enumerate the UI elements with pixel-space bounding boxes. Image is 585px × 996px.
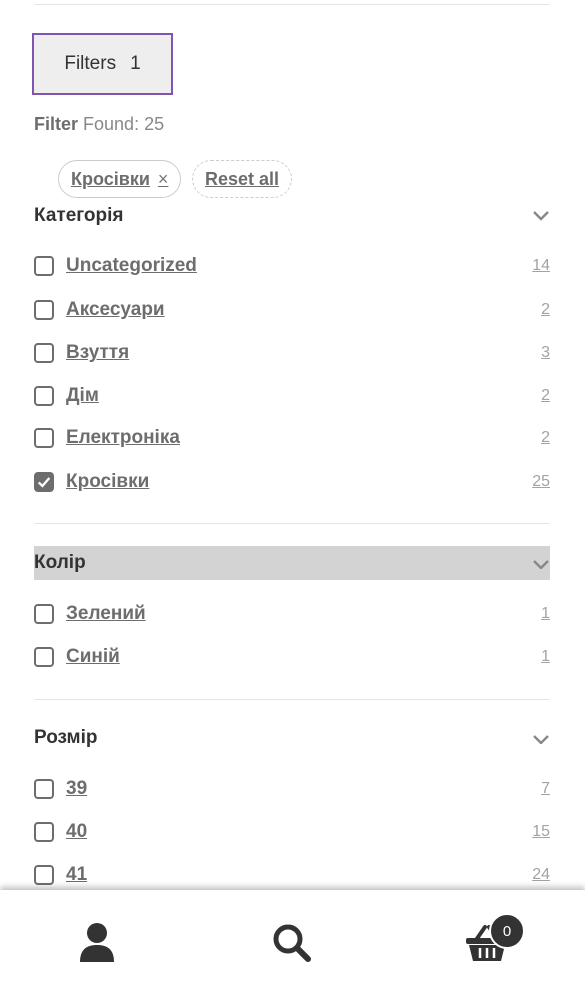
active-filter-label: Кросівки (71, 168, 150, 189)
account-button[interactable] (72, 918, 122, 968)
section-category-title: Категорія (34, 205, 124, 226)
list-item[interactable]: 39 7 (34, 776, 550, 802)
list-item[interactable]: 41 24 (34, 862, 550, 888)
found-count: Found: 25 (83, 114, 165, 134)
item-count: 7 (541, 780, 550, 797)
item-name[interactable]: Синій (66, 646, 120, 668)
user-icon (80, 923, 114, 962)
checkbox[interactable] (34, 256, 54, 276)
list-item[interactable]: Зелений 1 (34, 601, 550, 627)
section-color-title: Колір (34, 552, 86, 573)
section-divider (34, 699, 550, 700)
list-item[interactable]: Дім 2 (34, 383, 550, 409)
item-name[interactable]: Кросівки (66, 471, 149, 493)
filters-button[interactable]: Filters 1 (32, 33, 173, 95)
list-item[interactable]: Uncategorized 14 (34, 253, 550, 279)
search-icon (273, 924, 311, 962)
item-name[interactable]: Аксесуари (66, 299, 165, 321)
section-divider (34, 523, 550, 524)
checkbox[interactable] (34, 647, 54, 667)
checkbox[interactable] (34, 300, 54, 320)
item-count: 1 (541, 648, 550, 665)
item-count: 25 (532, 473, 550, 490)
remove-filter-icon[interactable]: × (158, 169, 169, 190)
checkbox[interactable] (34, 386, 54, 406)
checkbox[interactable] (34, 428, 54, 448)
section-size-title: Розмір (34, 727, 98, 748)
item-name[interactable]: Зелений (66, 603, 146, 625)
item-name[interactable]: 40 (66, 821, 87, 843)
item-name[interactable]: Електроніка (66, 427, 180, 449)
item-name[interactable]: Дім (66, 385, 99, 407)
item-count: 3 (541, 344, 550, 361)
chevron-down-icon (533, 560, 549, 569)
list-item[interactable]: Синій 1 (34, 644, 550, 670)
item-count: 15 (532, 823, 550, 840)
cart-count-badge: 0 (489, 913, 525, 949)
item-name[interactable]: Uncategorized (66, 255, 197, 277)
chevron-down-icon (533, 735, 549, 744)
list-item[interactable]: Взуття 3 (34, 340, 550, 366)
list-item[interactable]: Кросівки 25 (34, 469, 550, 495)
item-count: 2 (541, 429, 550, 446)
filters-button-label: Filters (64, 53, 117, 74)
item-count: 1 (541, 605, 550, 622)
checkbox-checked[interactable] (34, 472, 54, 492)
item-count: 2 (541, 387, 550, 404)
chevron-down-icon (533, 211, 549, 221)
item-name[interactable]: 39 (66, 778, 87, 800)
list-item[interactable]: 40 15 (34, 819, 550, 845)
list-item[interactable]: Електроніка 2 (34, 425, 550, 451)
check-icon (37, 477, 51, 488)
item-name[interactable]: Взуття (66, 342, 129, 364)
checkbox[interactable] (34, 779, 54, 799)
checkbox[interactable] (34, 865, 54, 885)
checkbox[interactable] (34, 604, 54, 624)
item-name[interactable]: 41 (66, 864, 87, 886)
reset-all-button[interactable]: Reset all (192, 160, 293, 198)
section-color-header[interactable]: Колір (34, 546, 550, 580)
filters-count: 1 (130, 53, 141, 74)
results-summary: Filter Found: 25 (34, 114, 164, 135)
checkbox[interactable] (34, 343, 54, 363)
filter-label: Filter (34, 114, 79, 134)
checkbox[interactable] (34, 822, 54, 842)
item-count: 14 (532, 257, 550, 274)
section-size-header[interactable]: Розмір (34, 721, 550, 755)
item-count: 2 (541, 301, 550, 318)
list-item[interactable]: Аксесуари 2 (34, 297, 550, 323)
bottom-navigation: 0 (0, 890, 585, 996)
item-count: 24 (532, 866, 550, 883)
search-button[interactable] (267, 918, 317, 968)
section-category-header[interactable]: Категорія (34, 199, 550, 233)
top-divider (34, 4, 550, 5)
active-filter-chip[interactable]: Кросівки × (58, 160, 182, 198)
